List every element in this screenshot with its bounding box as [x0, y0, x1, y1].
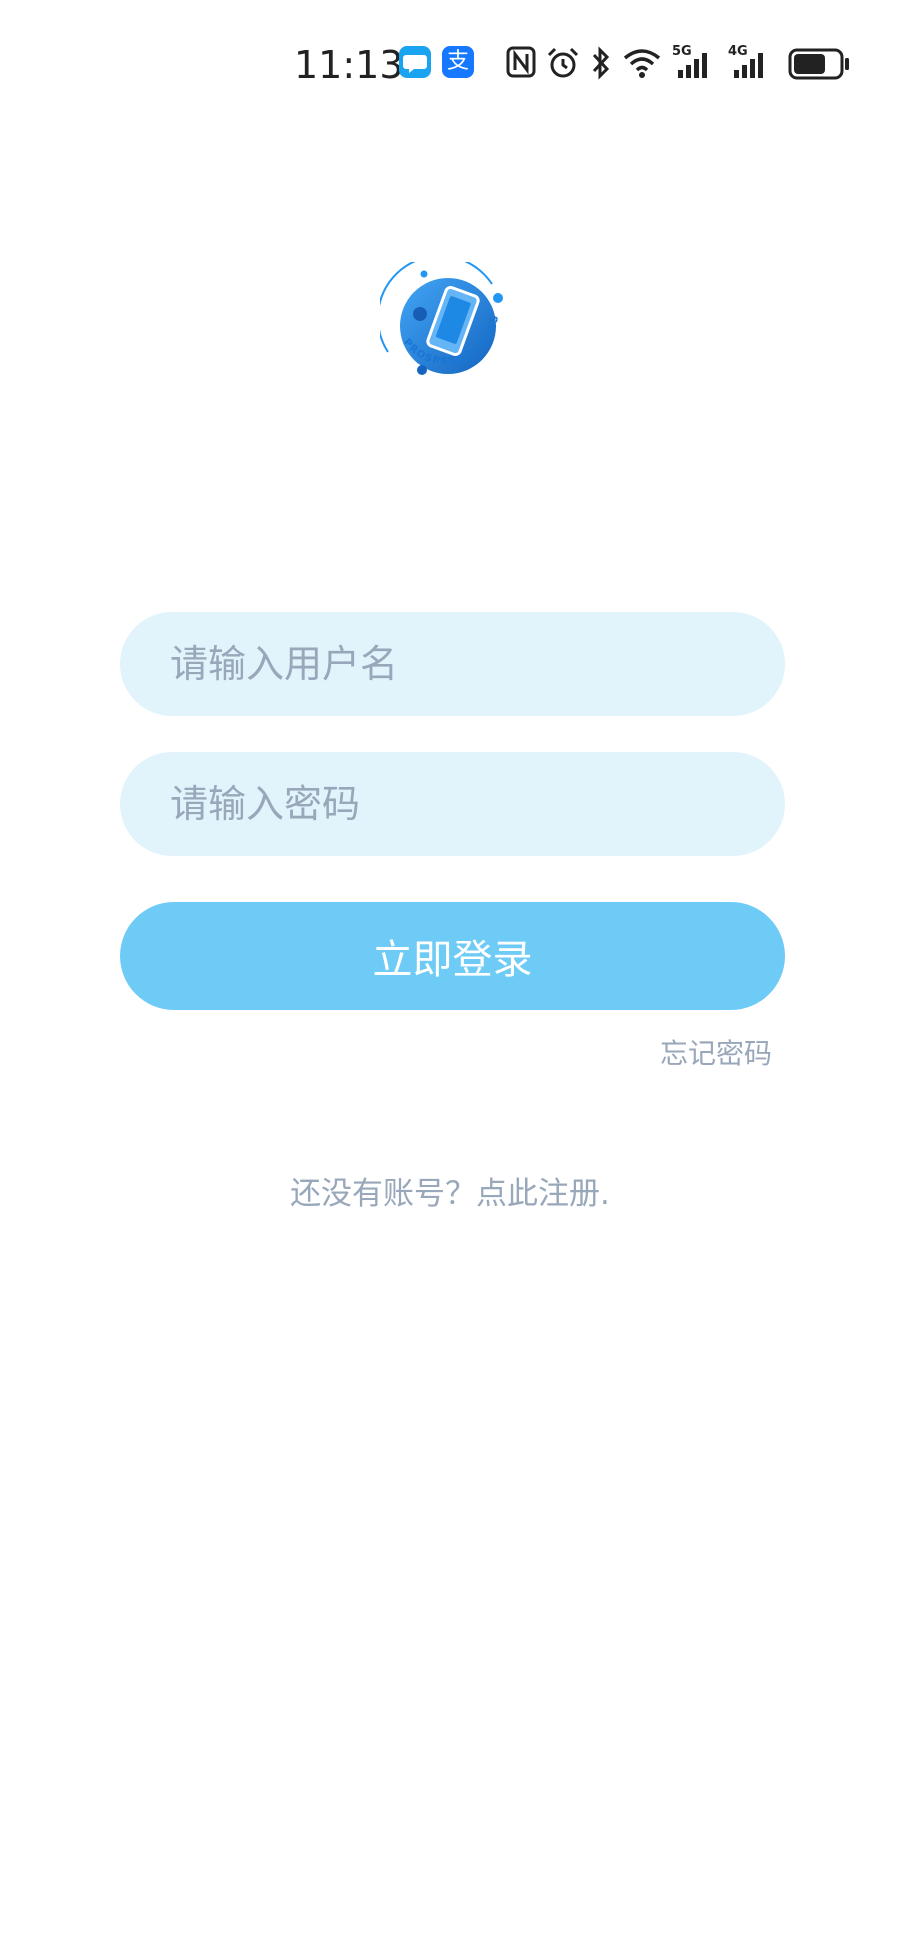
password-field-container [120, 752, 785, 856]
username-input[interactable] [120, 612, 785, 716]
wifi-icon [622, 46, 662, 84]
login-button[interactable]: 立即登录 [120, 902, 785, 1010]
alarm-icon [546, 46, 580, 84]
username-field-container [120, 612, 785, 716]
signal-4g-icon [732, 50, 768, 84]
status-bar: 11:13 支 5G 4G [0, 40, 900, 90]
app-logo: PROSPEROUS MESSAGE [375, 254, 520, 402]
register-link[interactable]: 还没有账号？点此注册. [0, 1168, 900, 1213]
battery-icon [788, 48, 850, 84]
alipay-app-icon: 支 [442, 46, 474, 78]
login-screen: 11:13 支 5G 4G PROSPEROUS MESS 请输入用户名 立即登… [0, 0, 900, 1950]
signal-5g-icon [676, 50, 712, 84]
forgot-password-link[interactable]: 忘记密码 [660, 1032, 772, 1072]
bluetooth-icon [590, 46, 612, 84]
message-app-icon [399, 46, 431, 78]
password-input[interactable] [120, 752, 785, 856]
status-time: 11:13 [294, 43, 404, 87]
nfc-icon [506, 46, 536, 82]
